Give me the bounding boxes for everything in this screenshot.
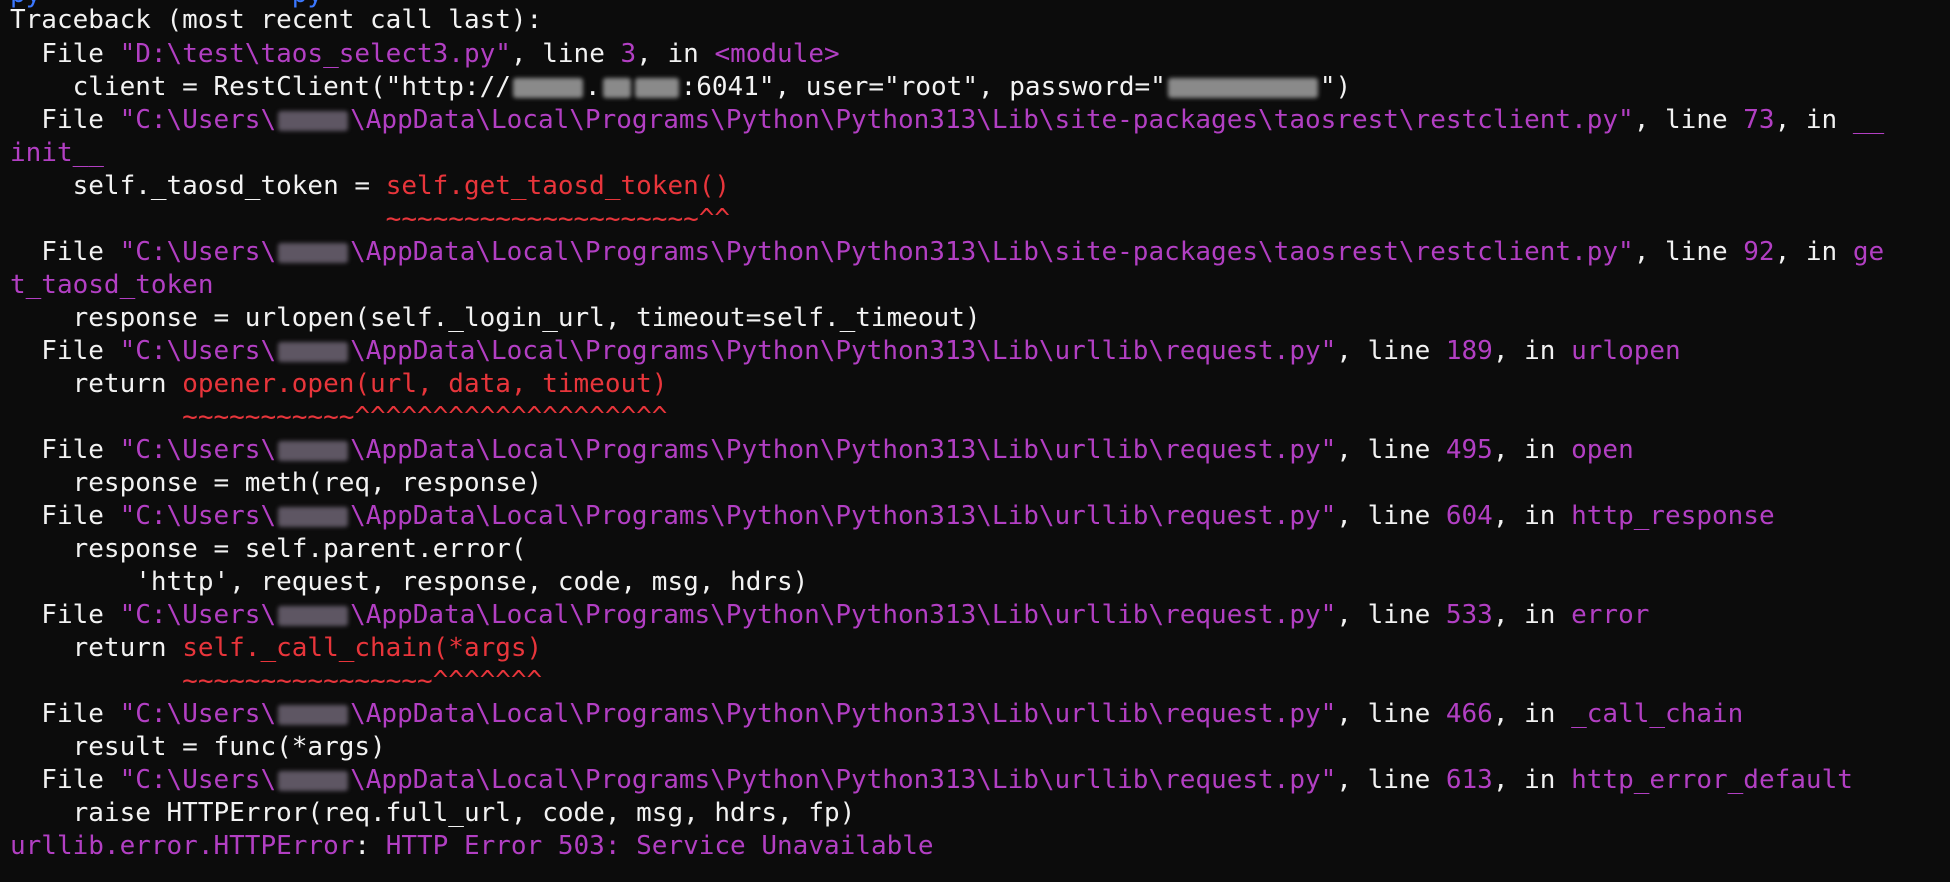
traceback-frame-line: File "D:\test\taos_select3.py", line 3, … [10, 39, 840, 69]
exception-line: urllib.error.HTTPError: HTTP Error 503: … [10, 831, 934, 861]
redacted-host [602, 77, 631, 98]
traceback-frame-line: File "C:\Users\ \AppData\Local\Programs\P… [10, 699, 1744, 729]
source-code-line: response = urlopen(self._login_url, time… [10, 303, 981, 333]
traceback-frame-line: File "C:\Users\ \AppData\Local\Programs\P… [10, 765, 1853, 795]
redacted-username [278, 440, 349, 461]
function-name: <module> [714, 39, 840, 69]
source-code-line: self._taosd_token = self.get_taosd_token… [10, 171, 731, 201]
redacted-username [278, 341, 349, 362]
error-marker-line: ~~~~~~~~~~~^^^^^^^^^^^^^^^^^^^^ [10, 402, 668, 432]
redacted-username [278, 704, 349, 725]
source-code-line: return self._call_chain(*args) [10, 633, 543, 663]
redacted-host [512, 77, 583, 98]
wrapped-function-name: init__ [10, 138, 104, 168]
redacted-username [278, 605, 349, 626]
wrapped-function-name: t_taosd_token [10, 270, 214, 300]
source-code-line: result = func(*args) [10, 732, 386, 762]
redacted-username [278, 770, 349, 791]
error-marker-line: ~~~~~~~~~~~~~~~~^^^^^^^ [10, 666, 543, 696]
traceback-frame-line: File "C:\Users\ \AppData\Local\Programs\P… [10, 336, 1681, 366]
redacted-host [634, 77, 679, 98]
error-marker-line: ~~~~~~~~~~~~~~~~~~~~^^ [10, 204, 731, 234]
error-expression: self._call_chain(*args) [182, 633, 543, 663]
error-expression: self.get_taosd_token() [385, 171, 731, 201]
source-code-line: response = meth(req, response) [10, 468, 543, 498]
file-path: "D:\test\taos_select3.py" [119, 39, 511, 69]
source-code-line: raise HTTPError(req.full_url, code, msg,… [10, 798, 856, 828]
exception-type: urllib.error.HTTPError [10, 831, 355, 861]
traceback-frame-line: File "C:\Users\ \AppData\Local\Programs\P… [10, 237, 1885, 267]
traceback-frame-line: File "C:\Users\ \AppData\Local\Programs\P… [10, 435, 1634, 465]
redacted-username [278, 506, 349, 527]
line-number: 3 [620, 39, 637, 69]
traceback-header: Traceback (most recent call last): [10, 5, 543, 35]
source-code-line: response = self.parent.error( [10, 534, 527, 564]
exception-message: HTTP Error 503: Service Unavailable [385, 831, 934, 861]
redacted-password [1167, 77, 1318, 98]
traceback-frame-line: File "C:\Users\ \AppData\Local\Programs\P… [10, 600, 1650, 630]
source-code-line: return opener.open(url, data, timeout) [10, 369, 668, 399]
source-code-line: 'http', request, response, code, msg, hd… [10, 567, 809, 597]
traceback-frame-line: File "C:\Users\ \AppData\Local\Programs\P… [10, 105, 1885, 135]
traceback-frame-line: File "C:\Users\ \AppData\Local\Programs\P… [10, 501, 1775, 531]
redacted-username [278, 110, 349, 131]
terminal-window[interactable]: py py Traceback (most recent call last):… [0, 0, 1950, 882]
source-code-line: client = RestClient("http://.:6041", use… [10, 72, 1352, 102]
error-expression: opener.open(url, data, timeout) [182, 369, 668, 399]
redacted-username [278, 242, 349, 263]
